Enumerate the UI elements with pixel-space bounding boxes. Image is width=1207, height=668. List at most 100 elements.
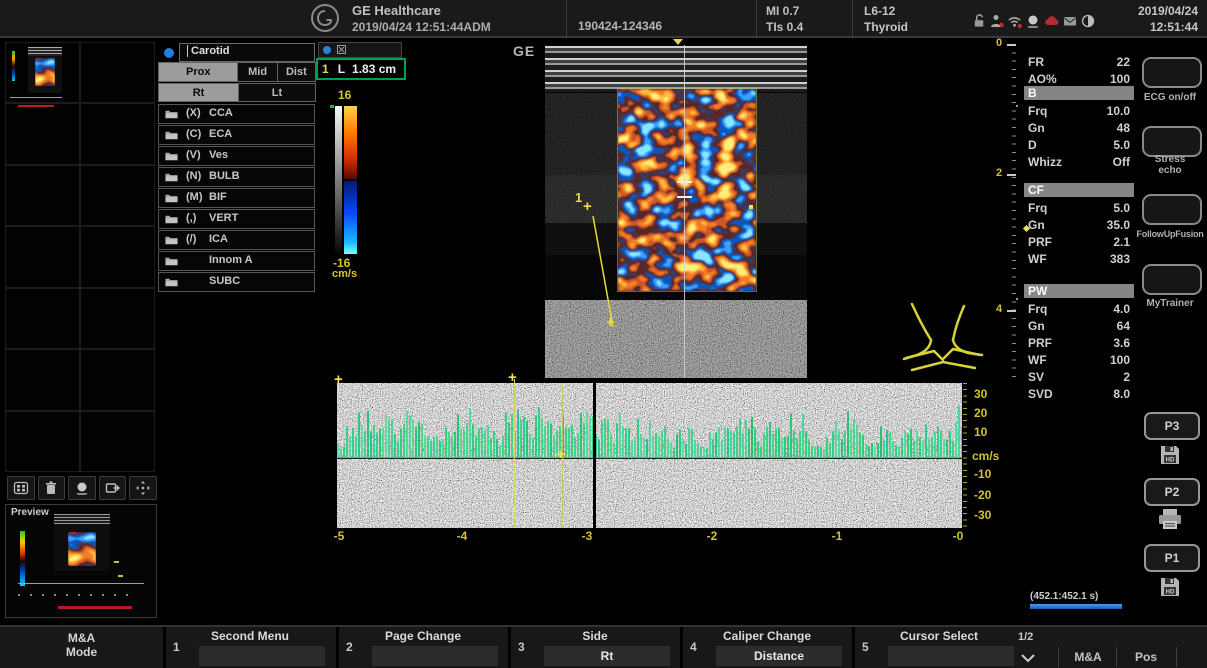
- followupfusion-button[interactable]: [1142, 194, 1202, 225]
- tab-side-lt[interactable]: Lt: [238, 83, 316, 102]
- tab-mid[interactable]: Mid: [237, 62, 277, 82]
- scale-unit: cm/s: [332, 268, 357, 280]
- clipboard-cell[interactable]: [80, 288, 155, 349]
- caliper-marker[interactable]: +: [556, 450, 565, 460]
- function-buttons: ECG on/offStress echoFollowUpFusionMyTra…: [1136, 46, 1204, 336]
- anatomy-item-subc[interactable]: SUBC: [158, 272, 315, 292]
- layout-grid-button[interactable]: [7, 476, 35, 500]
- measurement-bullet-icon: [323, 46, 331, 54]
- softkey-value[interactable]: Rt: [544, 646, 670, 666]
- thumbnail-baseline: [10, 97, 62, 98]
- tab-m-a[interactable]: M&A: [1060, 645, 1116, 668]
- anatomy-item-vert[interactable]: (,)VERT: [158, 209, 315, 229]
- thumbnail-colorbar: [12, 51, 15, 81]
- floppy-icon: HD: [1159, 444, 1181, 466]
- print-keys: P3HDP2P1HD: [1136, 400, 1204, 610]
- softkey-title: Cursor Select: [856, 629, 1022, 643]
- param-value: 35.0: [1107, 218, 1130, 232]
- tab-dist[interactable]: Dist: [277, 62, 316, 82]
- clipboard-cell[interactable]: [5, 288, 80, 349]
- clipboard-cell[interactable]: [80, 411, 155, 472]
- softkey-value[interactable]: [199, 646, 325, 666]
- anatomy-item-innom-a[interactable]: Innom A: [158, 251, 315, 271]
- clipboard-cell[interactable]: [5, 103, 80, 164]
- clipboard-cell[interactable]: [5, 411, 80, 472]
- softkey-title: Page Change: [340, 629, 506, 643]
- p3-button[interactable]: P3: [1144, 412, 1200, 440]
- preview-time-ticks: [18, 594, 138, 596]
- measurement-label: L: [338, 62, 345, 76]
- side-tabs: RtLt: [158, 83, 315, 102]
- trash-icon: [43, 480, 59, 496]
- param-value: 3.6: [1113, 336, 1130, 350]
- softkey-side[interactable]: 3SideRt: [512, 627, 678, 668]
- stress-echo-button[interactable]: [1142, 126, 1202, 157]
- folder-icon: [165, 235, 178, 245]
- chevron-down-icon[interactable]: [1020, 653, 1036, 663]
- system-date: 2019/04/24: [1098, 4, 1198, 18]
- clipboard-cell[interactable]: [5, 349, 80, 410]
- spectral-doppler-display[interactable]: + + +: [337, 383, 962, 528]
- param-fr: FR22: [1022, 55, 1134, 70]
- clipboard-thumbnail[interactable]: [8, 45, 77, 100]
- divider: [1058, 647, 1059, 667]
- folder-icon: [165, 277, 178, 287]
- clipboard-cell[interactable]: [5, 226, 80, 287]
- softkey-caliper-change[interactable]: 4Caliper ChangeDistance: [684, 627, 850, 668]
- mytrainer-button[interactable]: [1142, 264, 1202, 295]
- softkey-page-change[interactable]: 2Page Change: [340, 627, 506, 668]
- clipboard-cell[interactable]: [80, 42, 155, 103]
- p2-button[interactable]: P2: [1144, 478, 1200, 506]
- clipboard-cell[interactable]: [5, 42, 80, 103]
- cine-progress-bar[interactable]: [1030, 604, 1122, 609]
- clipboard-cell[interactable]: [80, 226, 155, 287]
- measure-tool-icon: [337, 45, 346, 54]
- caliper-marker[interactable]: +: [334, 375, 343, 385]
- caliper-marker[interactable]: +: [508, 373, 517, 383]
- divider: [508, 627, 511, 668]
- cloud-icon: [1043, 13, 1060, 29]
- anatomy-item-bif[interactable]: (M)BIF: [158, 188, 315, 208]
- softkey-value[interactable]: Distance: [716, 646, 842, 666]
- anatomy-item-bulb[interactable]: (N)BULB: [158, 167, 315, 187]
- softkey-value[interactable]: [372, 646, 498, 666]
- preview-color-doppler: [68, 532, 96, 566]
- pan-button[interactable]: [129, 476, 157, 500]
- tab-pos[interactable]: Pos: [1118, 645, 1174, 668]
- anatomy-item-ica[interactable]: (/)ICA: [158, 230, 315, 250]
- trash-button[interactable]: [38, 476, 66, 500]
- softkey-second-menu[interactable]: 1Second Menu: [167, 627, 333, 668]
- trackball-button[interactable]: [68, 476, 96, 500]
- preview-thumbnail[interactable]: [54, 514, 110, 571]
- divider: [852, 627, 855, 668]
- patient-icon: [989, 13, 1005, 29]
- softkey-value[interactable]: [888, 646, 1014, 666]
- param-label: Frq: [1028, 104, 1047, 118]
- time-cursor[interactable]: [514, 379, 515, 528]
- export-button[interactable]: [99, 476, 127, 500]
- clipboard-cell[interactable]: [80, 165, 155, 226]
- carotid-bifurcation-marker-icon: [898, 296, 986, 380]
- divider: [680, 627, 683, 668]
- anatomy-item-cca[interactable]: (X)CCA: [158, 104, 315, 124]
- tab-side-rt[interactable]: Rt: [158, 83, 239, 102]
- tab-prox[interactable]: Prox: [158, 62, 238, 82]
- divider: [852, 0, 853, 36]
- clipboard-cell[interactable]: [80, 103, 155, 164]
- param-value: 48: [1117, 121, 1130, 135]
- clipboard-cell[interactable]: [5, 165, 80, 226]
- param-value: Off: [1113, 155, 1130, 169]
- param-label: Frq: [1028, 201, 1047, 215]
- preset-name: Thyroid: [864, 20, 908, 34]
- anatomy-item-ves[interactable]: (V)Ves: [158, 146, 315, 166]
- ecg-on-off-button[interactable]: [1142, 57, 1202, 88]
- menu-title-box[interactable]: Carotid: [179, 43, 315, 62]
- softkey-cursor-select[interactable]: 5Cursor Select: [856, 627, 1022, 668]
- ma-mode-key[interactable]: M&A Mode: [0, 627, 163, 668]
- p1-button[interactable]: P1: [1144, 544, 1200, 572]
- thumbnail-image: [28, 47, 62, 93]
- anatomy-item-eca[interactable]: (C)ECA: [158, 125, 315, 145]
- clipboard-cell[interactable]: [80, 349, 155, 410]
- softkey-title: Second Menu: [167, 629, 333, 643]
- top-status-bar: GE Healthcare 2019/04/24 12:51:44ADM 190…: [0, 0, 1207, 38]
